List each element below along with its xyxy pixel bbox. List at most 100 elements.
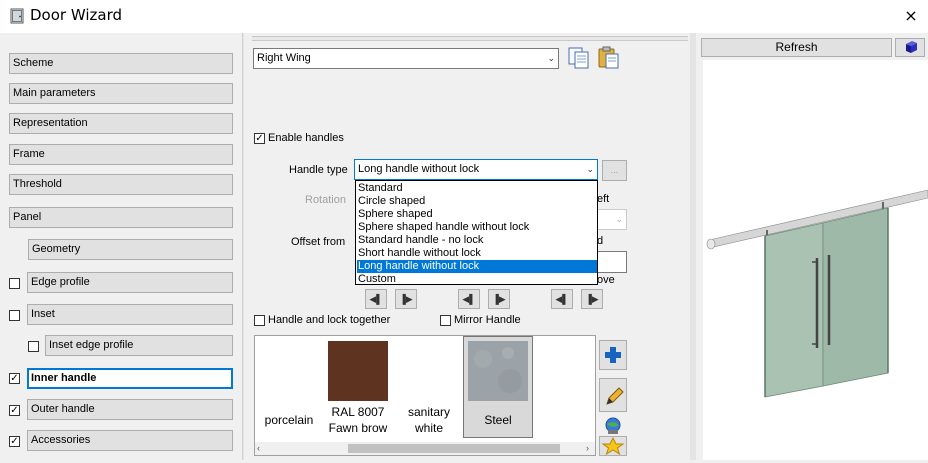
nav-label: Inner handle <box>31 372 97 384</box>
dropdown-option[interactable]: Standard <box>357 182 597 195</box>
globe-icon[interactable] <box>601 416 625 436</box>
chevron-down-icon: ⌄ <box>615 214 623 224</box>
mirror-handle-label: Mirror Handle <box>454 314 521 326</box>
pencil-icon <box>606 387 624 405</box>
title-bar <box>0 0 928 33</box>
browse-handle-button[interactable]: ... <box>602 160 627 181</box>
right-arrow-button[interactable]: ▐▶ <box>488 289 510 309</box>
handle-type-label: Handle type <box>289 164 348 176</box>
copy-icon[interactable] <box>566 46 592 70</box>
nav-label: Panel <box>13 211 42 223</box>
dropdown-option[interactable]: Sphere shaped <box>357 208 597 221</box>
nav-label: Representation <box>13 117 88 129</box>
nav-edge-profile[interactable]: Edge profile <box>27 272 233 293</box>
handle-type-value: Long handle without lock <box>358 163 480 175</box>
left-arrow-button[interactable]: ◀▌ <box>458 289 480 309</box>
scroll-right-icon[interactable]: › <box>586 443 589 453</box>
move-label-fragment: ove <box>597 274 615 286</box>
handle-type-dropdown[interactable]: Standard Circle shaped Sphere shaped Sph… <box>355 180 598 285</box>
nav-representation[interactable]: Representation <box>9 113 233 134</box>
rotation-label: Rotation <box>305 194 346 206</box>
left-arrow-button[interactable]: ◀▌ <box>365 289 387 309</box>
view-3d-button[interactable] <box>895 38 925 57</box>
offset-from-label: Offset from <box>291 236 346 248</box>
dropdown-option-selected[interactable]: Long handle without lock <box>357 260 597 273</box>
handle-type-select[interactable]: Long handle without lock ⌄ <box>354 159 598 180</box>
left-splitter[interactable] <box>242 33 244 460</box>
dropdown-option[interactable]: Circle shaped <box>357 195 597 208</box>
door-3d-preview[interactable] <box>703 60 928 460</box>
gallery-scroll-thumb[interactable] <box>348 444 560 453</box>
handle-and-lock-label: Handle and lock together <box>268 314 391 326</box>
inset-edge-profile-checkbox[interactable] <box>28 341 39 352</box>
right-arrow-button[interactable]: ▐▶ <box>395 289 417 309</box>
right-arrow-button[interactable]: ▐▶ <box>581 289 603 309</box>
nav-label: Geometry <box>32 243 81 255</box>
window-title: Door Wizard <box>30 6 122 24</box>
inner-handle-checkbox[interactable]: ✓ <box>9 373 20 384</box>
handle-and-lock-checkbox[interactable] <box>254 315 265 326</box>
mirror-handle-checkbox[interactable] <box>440 315 451 326</box>
material-sanitary-white[interactable]: sanitary white <box>400 404 458 436</box>
nav-label: Edge profile <box>31 276 90 288</box>
enable-handles-label: Enable handles <box>268 132 344 144</box>
accessories-checkbox[interactable]: ✓ <box>9 436 20 447</box>
favorite-button[interactable] <box>599 436 627 456</box>
nav-panel[interactable]: Panel <box>9 207 233 228</box>
dropdown-option[interactable]: Short handle without lock <box>357 247 597 260</box>
outer-handle-checkbox[interactable]: ✓ <box>9 405 20 416</box>
nav-scheme[interactable]: Scheme <box>9 53 233 74</box>
offset-input-fragment[interactable] <box>597 251 627 273</box>
enable-handles-checkbox[interactable]: ✓ <box>254 133 265 144</box>
material-gallery <box>254 335 596 456</box>
edge-profile-checkbox[interactable] <box>9 278 20 289</box>
nav-inset-edge-profile[interactable]: Inset edge profile <box>45 335 233 356</box>
nav-main-parameters[interactable]: Main parameters <box>9 83 233 104</box>
material-label: RAL 8007 Fawn brow <box>328 405 388 435</box>
rotation-select-fragment[interactable]: ⌄ <box>597 209 627 230</box>
material-ral8007[interactable]: RAL 8007 Fawn brow <box>320 404 396 436</box>
nav-outer-handle[interactable]: Outer handle <box>27 399 233 420</box>
nav-geometry[interactable]: Geometry <box>28 239 233 260</box>
top-scrollbar[interactable] <box>252 36 688 41</box>
close-icon[interactable]: × <box>896 5 926 27</box>
nav-label: Scheme <box>13 57 54 69</box>
nav-label: Frame <box>13 148 45 160</box>
wing-select[interactable]: Right Wing ⌄ <box>253 48 559 69</box>
left-arrow-button[interactable]: ◀▌ <box>551 289 573 309</box>
right-splitter[interactable] <box>690 33 696 460</box>
material-porcelain[interactable]: porcelain <box>258 412 320 428</box>
material-label: Steel <box>484 413 512 427</box>
add-material-button[interactable] <box>599 340 627 370</box>
nav-inset[interactable]: Inset <box>27 304 233 325</box>
nav-accessories[interactable]: Accessories <box>27 430 233 451</box>
refresh-button[interactable]: Refresh <box>701 38 892 57</box>
nav-inner-handle[interactable]: Inner handle <box>27 368 233 389</box>
plus-icon <box>605 347 621 363</box>
edit-material-button[interactable] <box>599 378 627 412</box>
dropdown-option[interactable]: Custom <box>357 273 597 286</box>
door-app-icon <box>10 8 24 24</box>
material-label: sanitary white <box>407 405 451 435</box>
nav-label: Accessories <box>31 434 91 446</box>
dropdown-option[interactable]: Standard handle - no lock <box>357 234 597 247</box>
chevron-down-icon: ⌄ <box>586 164 594 174</box>
paste-icon[interactable] <box>596 46 622 70</box>
material-swatch-steel <box>468 341 528 401</box>
material-swatch-ral8007[interactable] <box>328 341 388 401</box>
chevron-down-icon: ⌄ <box>547 53 555 63</box>
nav-threshold[interactable]: Threshold <box>9 174 233 195</box>
nav-label: Inset <box>31 308 55 320</box>
steel-texture <box>468 341 528 401</box>
nav-frame[interactable]: Frame <box>9 144 233 165</box>
left-label-fragment: eft <box>597 193 610 205</box>
nav-label: Main parameters <box>13 87 96 99</box>
inset-checkbox[interactable] <box>9 310 20 321</box>
wing-select-value: Right Wing <box>257 52 311 64</box>
scroll-left-icon[interactable]: ‹ <box>257 443 260 453</box>
nav-label: Threshold <box>13 178 62 190</box>
material-label: porcelain <box>264 413 314 427</box>
cube-icon <box>906 41 917 53</box>
sliding-door-render <box>706 189 928 398</box>
dropdown-option[interactable]: Sphere shaped handle without lock <box>357 221 597 234</box>
